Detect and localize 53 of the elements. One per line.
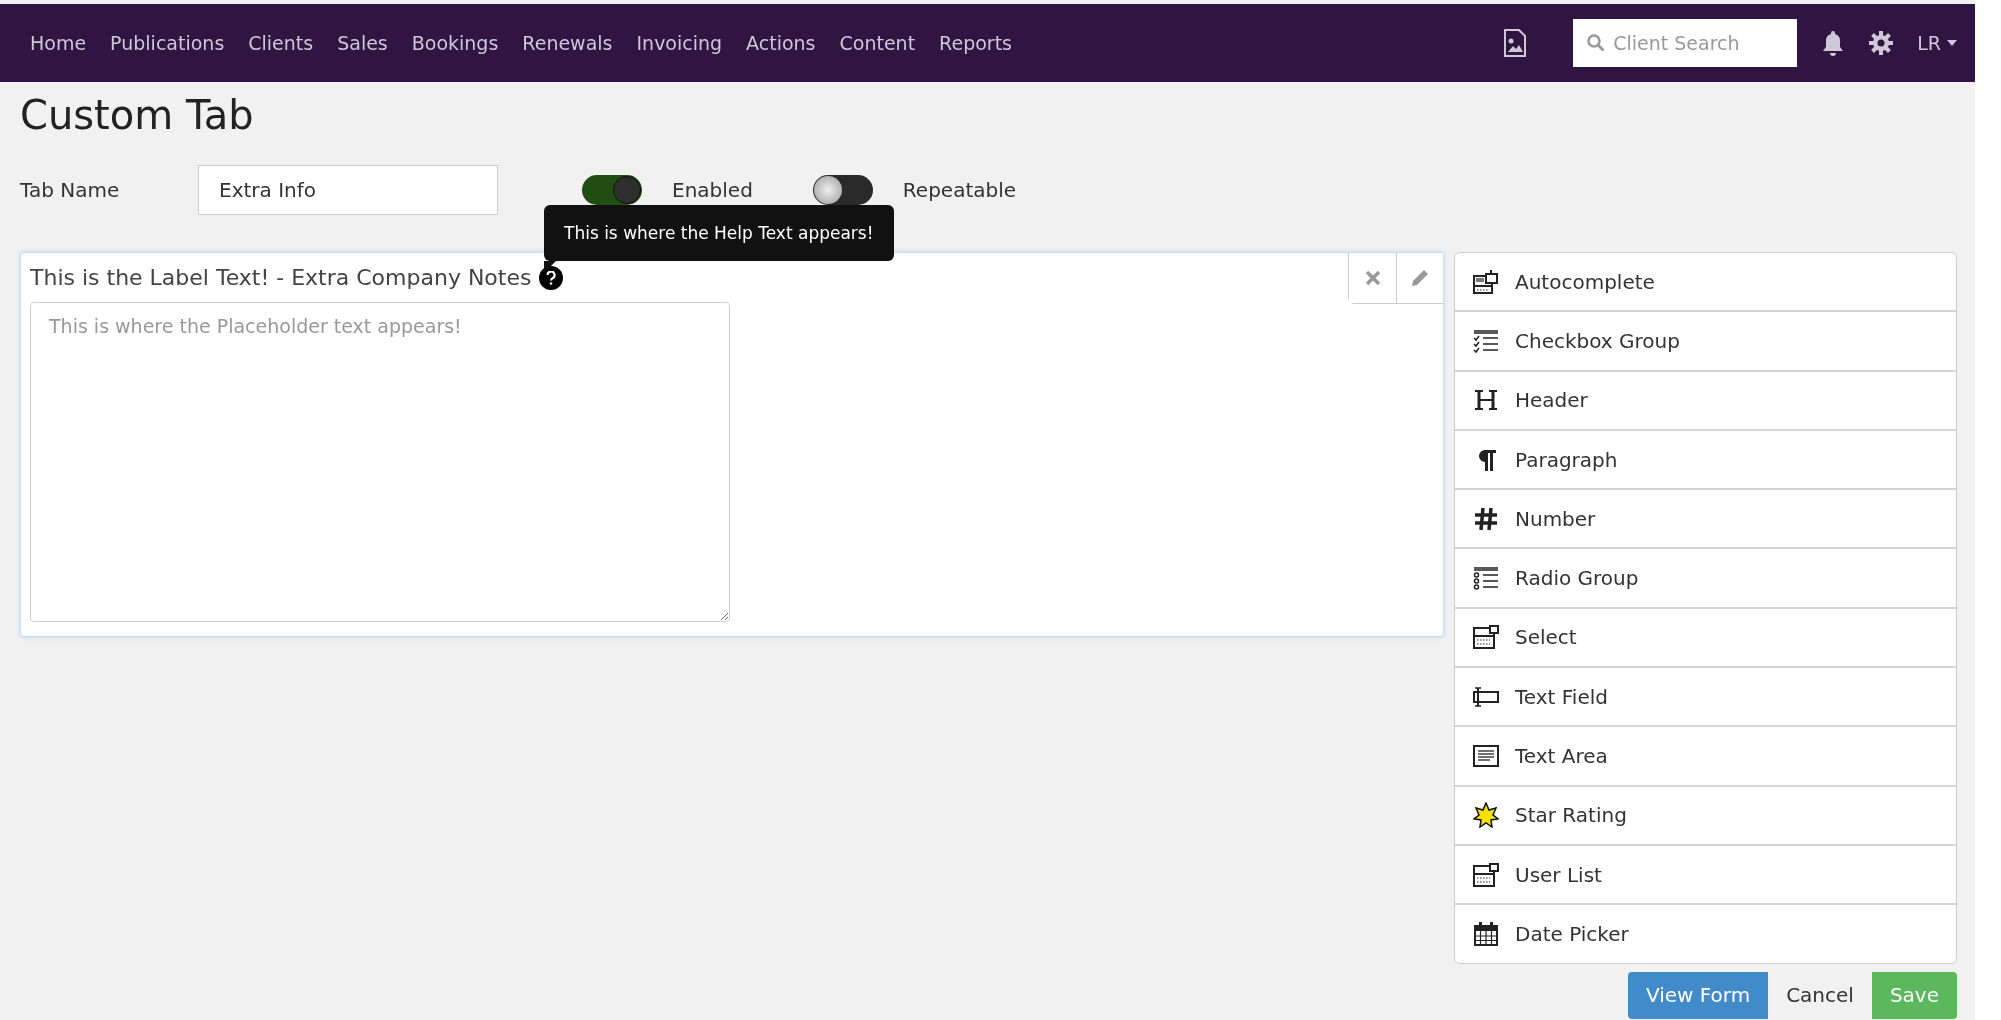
toggle-switch[interactable]	[582, 175, 642, 205]
calendar-icon	[1473, 920, 1499, 947]
palette-item[interactable]: Number	[1455, 488, 1956, 548]
text-area-icon	[1473, 743, 1499, 769]
dropdown-icon	[1473, 624, 1499, 651]
nav-link[interactable]: Sales	[325, 32, 400, 54]
help-tooltip: This is where the Help Text appears!	[544, 205, 894, 261]
client-search-field[interactable]: Client Search	[1573, 19, 1798, 67]
close-button[interactable]	[1349, 253, 1396, 303]
text-area-field[interactable]: This is where the Placeholder text appears!	[30, 302, 730, 622]
palette-item[interactable]: Autocomplete	[1455, 253, 1956, 311]
caret-icon	[1947, 40, 1957, 46]
palette-item[interactable]: User List	[1455, 843, 1956, 904]
nav-link[interactable]: Content	[827, 32, 928, 54]
nav-link[interactable]: Clients	[236, 32, 326, 54]
nav-link[interactable]: Home	[18, 32, 99, 54]
nav-link[interactable]: Invoicing	[624, 32, 735, 54]
nav-link[interactable]: Renewals	[510, 32, 625, 54]
field-label: This is the Label Text! - Extra Company Notes	[30, 265, 532, 290]
palette-item[interactable]: Paragraph	[1455, 428, 1956, 489]
palette-item[interactable]: Header	[1455, 369, 1956, 429]
tooltip-pointer	[544, 261, 556, 273]
close-icon	[1364, 270, 1381, 286]
pencil-icon	[1410, 268, 1430, 288]
palette-item[interactable]: Select	[1455, 606, 1956, 667]
notifications-bell-icon[interactable]	[1821, 30, 1846, 56]
palette-item[interactable]: Text Field	[1455, 666, 1956, 726]
palette-item[interactable]: Checkbox Group	[1455, 310, 1956, 370]
hash-icon	[1473, 505, 1499, 532]
view-form-button[interactable]: View Form	[1627, 971, 1769, 1019]
image-icon[interactable]	[1503, 29, 1528, 57]
toggle-label: Enabled	[672, 178, 753, 202]
palette-item[interactable]: Text Area	[1455, 725, 1956, 785]
edit-button[interactable]	[1396, 253, 1443, 303]
toggle-label: Repeatable	[902, 178, 1017, 202]
user-menu[interactable]: LR	[1917, 32, 1957, 54]
palette-item[interactable]: Star Rating	[1455, 784, 1956, 844]
nav-link[interactable]: Actions	[734, 32, 828, 54]
nav-link[interactable]: Bookings	[399, 32, 511, 54]
page-title: Custom Tab	[20, 92, 255, 138]
nav-link[interactable]: Reports	[927, 32, 1024, 54]
palette-item[interactable]: Radio Group	[1455, 547, 1956, 607]
help-icon[interactable]	[539, 265, 564, 290]
tab-name-field[interactable]: Extra Info	[198, 165, 498, 215]
autocomplete-icon	[1473, 268, 1499, 295]
checklist-icon	[1473, 327, 1499, 354]
radio-list-icon	[1473, 565, 1499, 592]
toggle-switch[interactable]	[812, 175, 873, 205]
palette-item[interactable]: Date Picker	[1455, 903, 1956, 963]
star-icon	[1473, 802, 1499, 829]
nav-link[interactable]: Publications	[98, 32, 237, 54]
tab-name-label: Tab Name	[20, 178, 121, 202]
list-box-icon	[1473, 861, 1499, 888]
